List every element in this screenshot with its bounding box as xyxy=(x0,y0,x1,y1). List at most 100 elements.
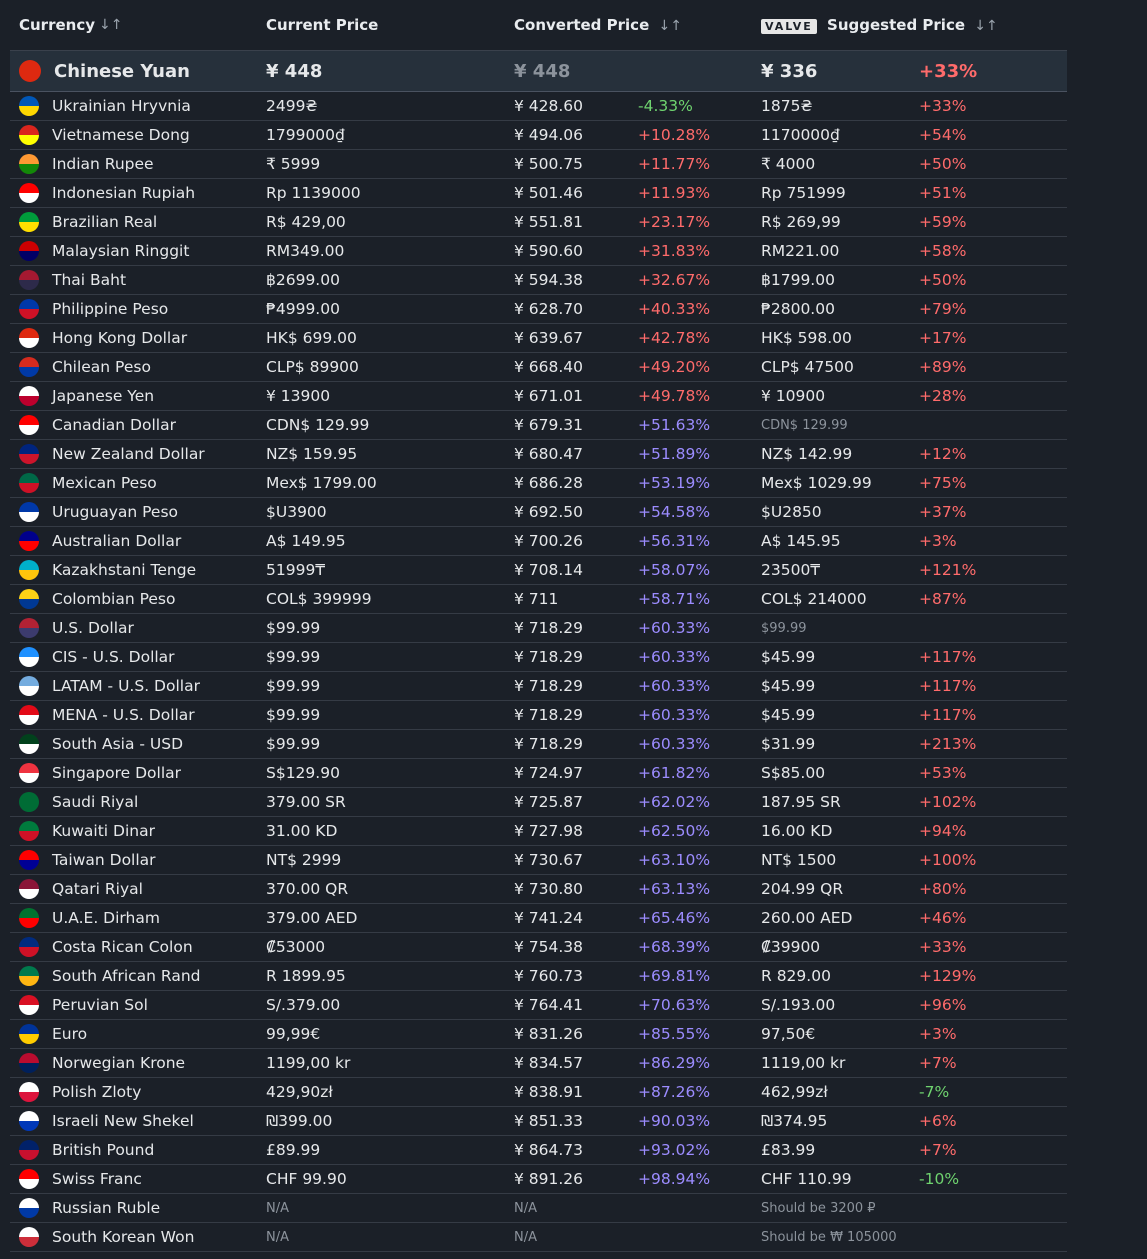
suggested-diff: +3% xyxy=(919,1025,957,1043)
suggested-price: $99.99 xyxy=(761,620,807,636)
current-price: ¥ 448 xyxy=(266,60,323,82)
suggested-diff: -10% xyxy=(919,1170,960,1188)
suggested-diff: +7% xyxy=(919,1141,957,1159)
suggested-diff: +94% xyxy=(919,822,967,840)
converted-diff: +53.19% xyxy=(638,474,711,492)
flag-icon xyxy=(19,1140,39,1160)
flag-icon xyxy=(19,183,39,203)
converted-price: ¥ 692.50 xyxy=(514,503,584,521)
converted-price: ¥ 671.01 xyxy=(514,387,584,405)
suggested-price: S/.193.00 xyxy=(761,996,836,1014)
converted-price: ¥ 838.91 xyxy=(514,1083,584,1101)
table-row: Taiwan Dollar NT$ 2999 ¥ 730.67 +63.10% NT$ … xyxy=(10,846,1067,875)
suggested-price: RM221.00 xyxy=(761,242,840,260)
converted-price: ¥ 760.73 xyxy=(514,967,584,985)
currency-name: Norwegian Krone xyxy=(52,1054,186,1072)
currency-cell: South Asia - USD xyxy=(10,734,266,754)
converted-price: ¥ 730.80 xyxy=(514,880,584,898)
table-row: British Pound £89.99 ¥ 864.73 +93.02% £83.99… xyxy=(10,1136,1067,1165)
suggested-price: NT$ 1500 xyxy=(761,851,837,869)
flag-icon xyxy=(19,850,39,870)
flag-icon xyxy=(19,125,39,145)
table-row: Norwegian Krone 1199,00 kr ¥ 834.57 +86.29%… xyxy=(10,1049,1067,1078)
converted-price: ¥ 834.57 xyxy=(514,1054,584,1072)
suggested-diff: +79% xyxy=(919,300,967,318)
converted-price-column-header[interactable]: Converted Price ↓↑ xyxy=(514,16,761,34)
currency-cell: Malaysian Ringgit xyxy=(10,241,266,261)
suggested-price: 1170000₫ xyxy=(761,126,840,144)
suggested-diff: +59% xyxy=(919,213,967,231)
suggested-diff: +54% xyxy=(919,126,967,144)
current-price: 99,99€ xyxy=(266,1025,321,1043)
currency-cell: Brazilian Real xyxy=(10,212,266,232)
flag-icon xyxy=(19,270,39,290)
currency-cell: Chilean Peso xyxy=(10,357,266,377)
suggested-price-column-header[interactable]: VALVE Suggested Price ↓↑ xyxy=(761,16,1061,34)
converted-price: ¥ 708.14 xyxy=(514,561,584,579)
converted-diff: +60.33% xyxy=(638,619,711,637)
table-row: Indonesian Rupiah Rp 1139000 ¥ 501.46 +11.9… xyxy=(10,179,1067,208)
sort-icon[interactable]: ↓↑ xyxy=(658,18,681,34)
table-row: New Zealand Dollar NZ$ 159.95 ¥ 680.47 +51.… xyxy=(10,440,1067,469)
current-price: 379.00 SR xyxy=(266,793,346,811)
converted-price-header-label: Converted Price xyxy=(514,16,650,34)
currency-name: Saudi Riyal xyxy=(52,793,139,811)
converted-diff: +51.63% xyxy=(638,416,711,434)
suggested-diff: +213% xyxy=(919,735,977,753)
converted-diff: +60.33% xyxy=(638,648,711,666)
suggested-price: ฿1799.00 xyxy=(761,271,835,289)
currency-cell: Colombian Peso xyxy=(10,589,266,609)
current-price: 370.00 QR xyxy=(266,880,349,898)
suggested-price: $45.99 xyxy=(761,677,816,695)
sort-icon[interactable]: ↓↑ xyxy=(99,17,122,33)
currency-name: New Zealand Dollar xyxy=(52,445,205,463)
flag-icon xyxy=(19,212,39,232)
suggested-diff: +12% xyxy=(919,445,967,463)
current-price-column-header: Current Price xyxy=(266,16,514,34)
suggested-diff: +6% xyxy=(919,1112,957,1130)
converted-diff: +70.63% xyxy=(638,996,711,1014)
current-price: 51999₸ xyxy=(266,561,326,579)
converted-diff: +10.28% xyxy=(638,126,711,144)
flag-icon xyxy=(19,1053,39,1073)
sort-icon[interactable]: ↓↑ xyxy=(974,18,997,34)
currency-cell: Russian Ruble xyxy=(10,1198,266,1218)
flag-icon xyxy=(19,154,39,174)
current-price: 1799000₫ xyxy=(266,126,345,144)
table-row: Thai Baht ฿2699.00 ¥ 594.38 +32.67% ฿1799.00… xyxy=(10,266,1067,295)
flag-icon xyxy=(19,821,39,841)
converted-diff: +23.17% xyxy=(638,213,711,231)
table-row: South Asia - USD $99.99 ¥ 718.29 +60.33% $31… xyxy=(10,730,1067,759)
table-row: Swiss Franc CHF 99.90 ¥ 891.26 +98.94% CHF 1… xyxy=(10,1165,1067,1194)
table-row: Saudi Riyal 379.00 SR ¥ 725.87 +62.02% 187.9… xyxy=(10,788,1067,817)
current-price: S/.379.00 xyxy=(266,996,341,1014)
suggested-price: 462,99zł xyxy=(761,1083,828,1101)
table-row: Kazakhstani Tenge 51999₸ ¥ 708.14 +58.07% 23… xyxy=(10,556,1067,585)
currency-name: LATAM - U.S. Dollar xyxy=(52,677,200,695)
table-row: MENA - U.S. Dollar $99.99 ¥ 718.29 +60.33% $… xyxy=(10,701,1067,730)
current-price: HK$ 699.00 xyxy=(266,329,357,347)
current-price: ¥ 13900 xyxy=(266,387,331,405)
currency-name: Uruguayan Peso xyxy=(52,503,179,521)
currency-column-header[interactable]: Currency ↓↑ xyxy=(10,16,266,34)
suggested-price: $45.99 xyxy=(761,706,816,724)
currency-cell: Swiss Franc xyxy=(10,1169,266,1189)
currency-cell: Chinese Yuan xyxy=(10,60,266,82)
currency-name: Costa Rican Colon xyxy=(52,938,193,956)
converted-price: ¥ 594.38 xyxy=(514,271,584,289)
current-price: Mex$ 1799.00 xyxy=(266,474,377,492)
table-row: Polish Zloty 429,90zł ¥ 838.91 +87.26% 462,9… xyxy=(10,1078,1067,1107)
currency-name: Japanese Yen xyxy=(52,387,155,405)
suggested-diff: +28% xyxy=(919,387,967,405)
suggested-price: CHF 110.99 xyxy=(761,1170,852,1188)
table-row: Chilean Peso CLP$ 89900 ¥ 668.40 +49.20% CLP… xyxy=(10,353,1067,382)
currency-name: Philippine Peso xyxy=(52,300,169,318)
suggested-diff: +33% xyxy=(919,60,978,82)
flag-icon xyxy=(19,589,39,609)
current-price: 379.00 AED xyxy=(266,909,358,927)
current-price: ฿2699.00 xyxy=(266,271,340,289)
table-row: Indian Rupee ₹ 5999 ¥ 500.75 +11.77% ₹ 4000 +… xyxy=(10,150,1067,179)
currency-cell: Indian Rupee xyxy=(10,154,266,174)
currency-name: Swiss Franc xyxy=(52,1170,142,1188)
converted-price: ¥ 639.67 xyxy=(514,329,584,347)
